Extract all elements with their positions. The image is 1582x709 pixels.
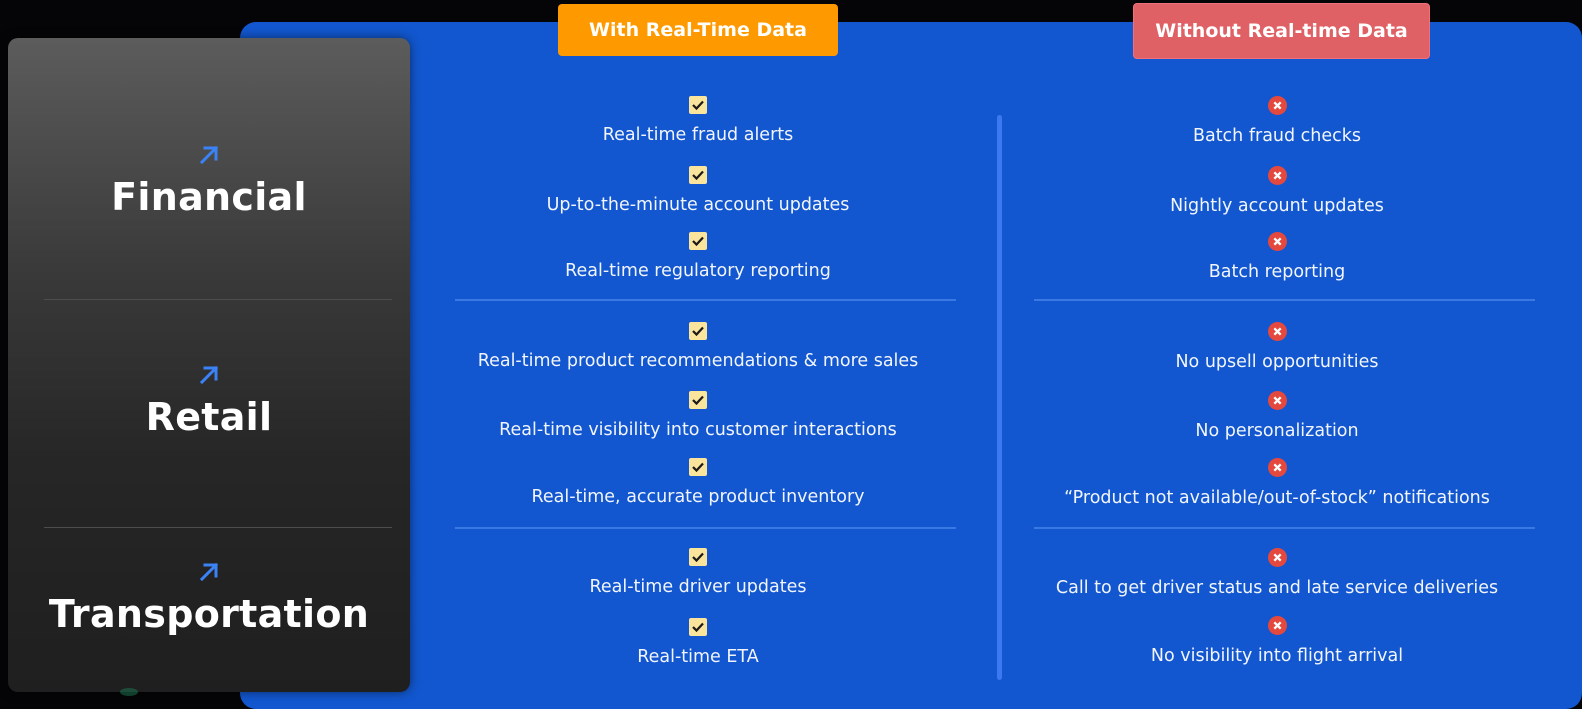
list-item: Real-time visibility into customer inter…	[447, 391, 949, 441]
check-icon	[689, 548, 707, 566]
item-text: Call to get driver status and late servi…	[1055, 578, 1499, 598]
x-circle-icon	[1267, 232, 1287, 251]
check-icon	[689, 322, 707, 340]
check-icon	[689, 96, 707, 114]
arrow-up-right-icon	[199, 365, 219, 385]
x-circle-icon	[1267, 166, 1287, 185]
list-item: “Product not available/out-of-stock” not…	[1026, 458, 1528, 509]
category-retail: Retail	[8, 362, 410, 440]
list-item: No visibility into flight arrival	[1026, 616, 1528, 667]
row-divider	[1034, 527, 1535, 529]
row-divider	[455, 527, 956, 529]
category-label: Transportation	[48, 592, 370, 636]
row-divider	[455, 299, 956, 301]
item-text: Nightly account updates	[1170, 196, 1384, 216]
list-item: Real-time, accurate product inventory	[447, 458, 949, 508]
check-icon	[689, 391, 707, 409]
category-label: Financial	[111, 175, 307, 219]
list-item: Real-time product recommendations & more…	[447, 322, 949, 372]
item-text: Real-time ETA	[637, 647, 759, 667]
list-item: Call to get driver status and late servi…	[1026, 548, 1528, 599]
list-item: Real-time fraud alerts	[447, 96, 949, 146]
list-item: No upsell opportunities	[1026, 322, 1528, 373]
sidebar-divider	[44, 527, 392, 528]
item-text: Real-time regulatory reporting	[565, 261, 831, 281]
list-item: Real-time regulatory reporting	[447, 232, 949, 282]
x-circle-icon	[1267, 391, 1287, 410]
item-text: Real-time product recommendations & more…	[477, 351, 919, 371]
arrow-up-right-icon	[199, 145, 219, 165]
with-column: Real-time fraud alerts Up-to-the-minute …	[447, 0, 949, 709]
check-icon	[689, 618, 707, 636]
item-text: Batch fraud checks	[1192, 126, 1362, 146]
x-circle-icon	[1267, 322, 1287, 341]
check-icon	[689, 232, 707, 250]
category-sidebar: Financial Retail Transportation	[8, 38, 410, 692]
sidebar-divider	[44, 299, 392, 300]
x-circle-icon	[1267, 616, 1287, 635]
category-label: Retail	[145, 395, 273, 439]
item-text: Real-time, accurate product inventory	[531, 487, 865, 507]
item-text: No upsell opportunities	[1175, 352, 1379, 372]
item-text: No personalization	[1195, 421, 1359, 441]
item-text: “Product not available/out-of-stock” not…	[1064, 488, 1490, 508]
list-item: Nightly account updates	[1026, 166, 1528, 217]
row-divider	[1034, 299, 1535, 301]
x-circle-icon	[1267, 548, 1287, 567]
list-item: Up-to-the-minute account updates	[447, 166, 949, 216]
item-text: Batch reporting	[1208, 262, 1346, 282]
item-text: Real-time visibility into customer inter…	[499, 420, 897, 440]
check-icon	[689, 166, 707, 184]
check-icon	[689, 458, 707, 476]
item-text: No visibility into flight arrival	[1150, 646, 1404, 666]
decorative-glow	[120, 688, 138, 696]
list-item: Real-time ETA	[447, 618, 949, 668]
category-financial: Financial	[8, 142, 410, 220]
list-item: Real-time driver updates	[447, 548, 949, 598]
x-circle-icon	[1267, 458, 1287, 477]
category-transportation: Transportation	[8, 559, 410, 637]
list-item: Batch reporting	[1026, 232, 1528, 283]
item-text: Up-to-the-minute account updates	[546, 195, 850, 215]
column-divider	[997, 115, 1002, 680]
arrow-up-right-icon	[199, 562, 219, 582]
without-column: Batch fraud checks Nightly account updat…	[1026, 0, 1528, 709]
x-circle-icon	[1267, 96, 1287, 115]
list-item: Batch fraud checks	[1026, 96, 1528, 147]
item-text: Real-time fraud alerts	[602, 125, 794, 145]
item-text: Real-time driver updates	[589, 577, 807, 597]
list-item: No personalization	[1026, 391, 1528, 442]
